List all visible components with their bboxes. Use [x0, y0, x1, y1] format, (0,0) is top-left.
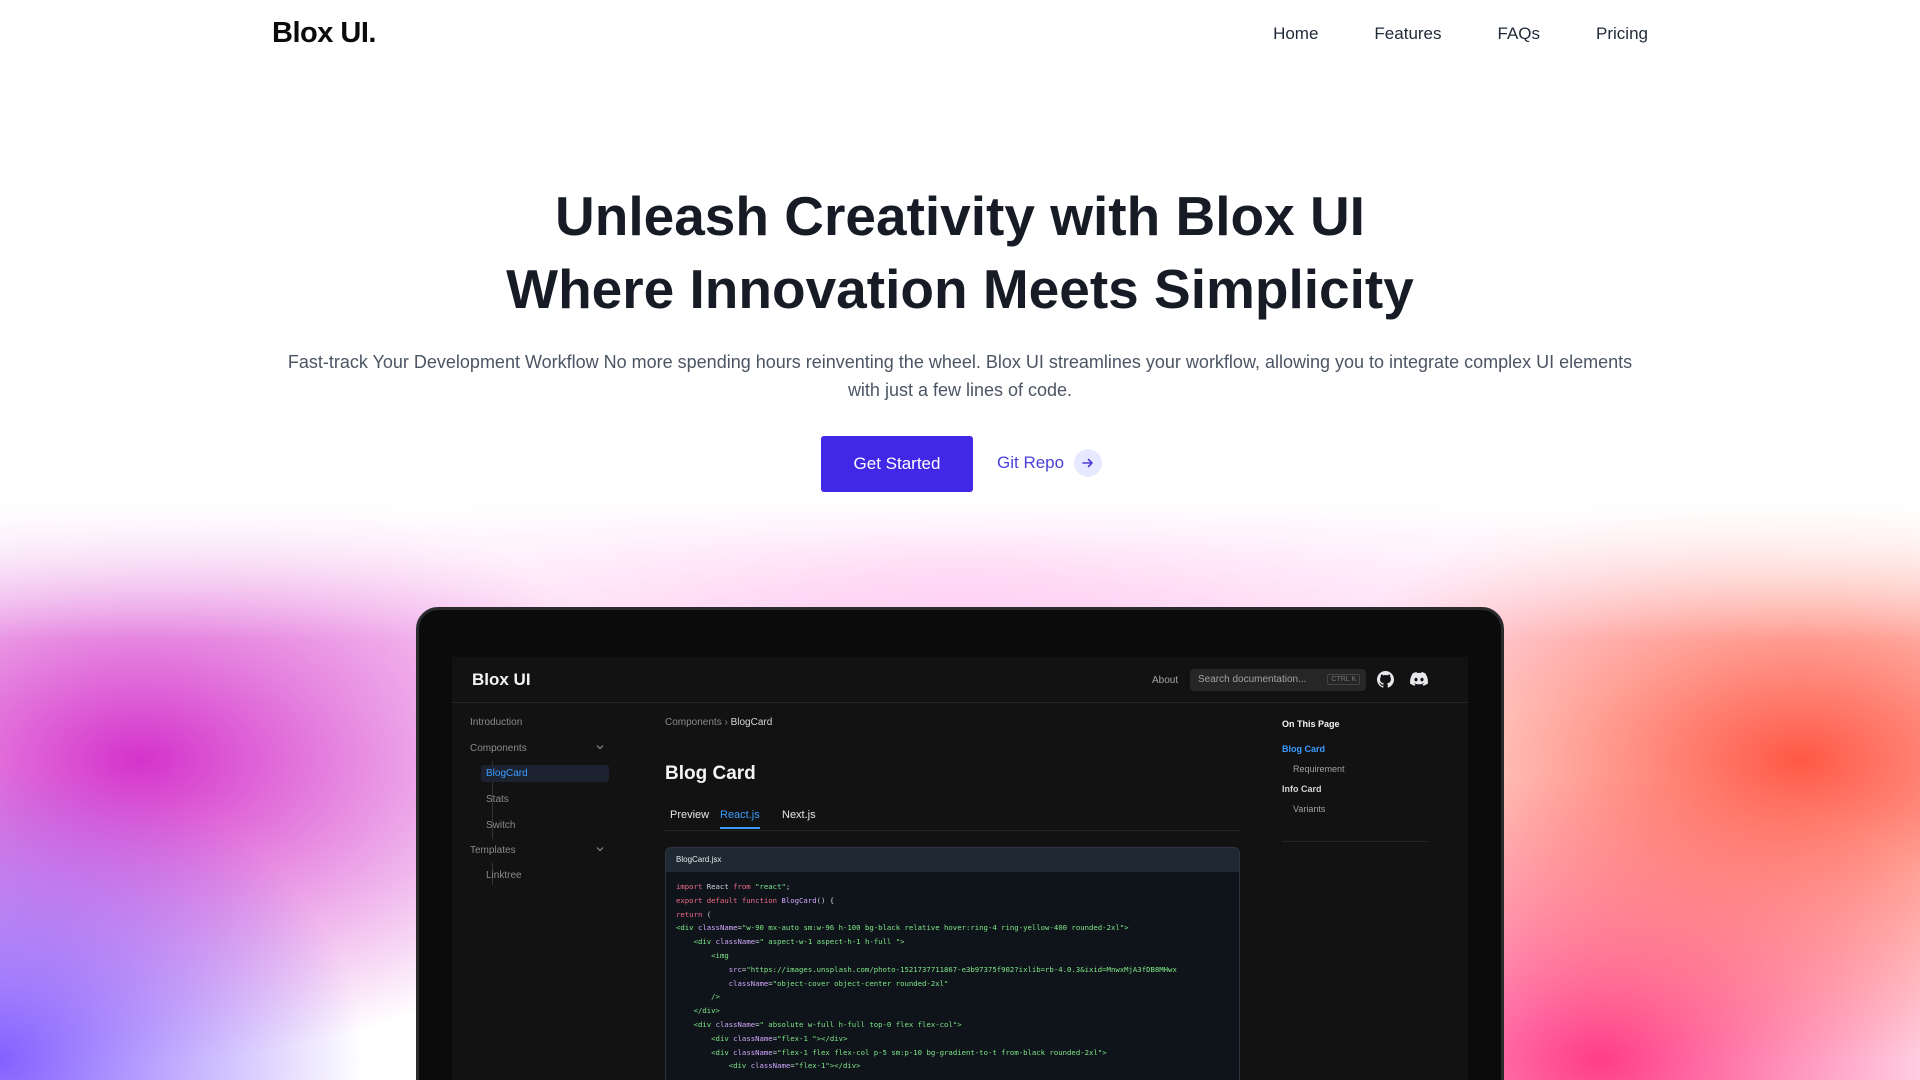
preview-app-title[interactable]: Blox UI — [472, 670, 531, 690]
hero-title-line-1: Unleash Creativity with Blox UI — [555, 185, 1365, 247]
toc-item-variants[interactable]: Variants — [1293, 804, 1325, 814]
nav-link-faqs[interactable]: FAQs — [1498, 24, 1541, 44]
chevron-down-icon — [596, 743, 604, 754]
nav-link-pricing[interactable]: Pricing — [1596, 24, 1648, 44]
hero-title-line-2: Where Innovation Meets Simplicity — [506, 258, 1414, 320]
brand-logo[interactable]: Blox UI. — [272, 17, 376, 50]
code-filename: BlogCard.jsx — [666, 848, 1239, 872]
toc-title: On This Page — [1282, 719, 1340, 729]
breadcrumb-item[interactable]: Components — [665, 717, 722, 728]
chevron-down-icon — [596, 845, 604, 856]
search-placeholder: Search documentation... — [1198, 674, 1307, 685]
github-icon[interactable] — [1377, 671, 1394, 693]
code-block: BlogCard.jsx import React from "react"; … — [665, 847, 1240, 1080]
breadcrumb: Components › BlogCard — [665, 717, 772, 728]
hero-subtitle: Fast-track Your Development Workflow No … — [287, 352, 1633, 400]
top-navbar: Blox UI. Home Features FAQs Pricing — [0, 0, 1920, 70]
preview-screen: Blox UI About Search documentation... CT… — [452, 657, 1468, 1080]
search-shortcut-badge: CTRL K — [1327, 674, 1360, 685]
tab-nextjs[interactable]: Next.js — [782, 809, 816, 821]
sidebar-item-switch[interactable]: Switch — [486, 820, 515, 831]
preview-search-input[interactable]: Search documentation... CTRL K — [1190, 669, 1366, 691]
nav-links: Home Features FAQs Pricing — [1273, 24, 1648, 44]
preview-header: Blox UI About Search documentation... CT… — [452, 657, 1468, 703]
breadcrumb-current: BlogCard — [730, 717, 773, 728]
git-repo-label: Git Repo — [997, 453, 1065, 472]
sidebar-item-introduction[interactable]: Introduction — [470, 717, 522, 728]
preview-about-link[interactable]: About — [1152, 675, 1178, 686]
sidebar-group-label: Components — [470, 743, 527, 754]
get-started-button[interactable]: Get Started — [821, 436, 973, 492]
toc-item-info-card[interactable]: Info Card — [1282, 784, 1322, 794]
arrow-right-icon — [1074, 449, 1103, 477]
tab-preview[interactable]: Preview — [670, 809, 709, 821]
doc-title: Blog Card — [665, 763, 756, 784]
hero-title: Unleash Creativity with Blox UI Where In… — [0, 180, 1920, 326]
sidebar-group-label: Templates — [470, 845, 516, 856]
sidebar-item-linktree[interactable]: Linktree — [486, 870, 522, 881]
nav-link-features[interactable]: Features — [1374, 24, 1441, 44]
discord-icon[interactable] — [1410, 671, 1428, 692]
git-repo-link[interactable]: Git Repo — [997, 449, 1103, 477]
tab-reactjs[interactable]: React.js — [720, 809, 760, 829]
sidebar-item-components[interactable]: Components — [470, 743, 604, 754]
sidebar-item-blogcard[interactable]: BlogCard — [481, 765, 609, 782]
toc-item-blog-card[interactable]: Blog Card — [1282, 744, 1325, 754]
sidebar-item-templates[interactable]: Templates — [470, 845, 604, 856]
toc-divider — [1282, 841, 1427, 842]
nav-link-home[interactable]: Home — [1273, 24, 1318, 44]
sidebar-item-stats[interactable]: Stats — [486, 794, 509, 805]
toc-item-requirement[interactable]: Requirement — [1293, 764, 1345, 774]
code-tabs: Preview React.js Next.js — [665, 803, 1240, 831]
code-content: import React from "react"; export defaul… — [676, 882, 1177, 1071]
